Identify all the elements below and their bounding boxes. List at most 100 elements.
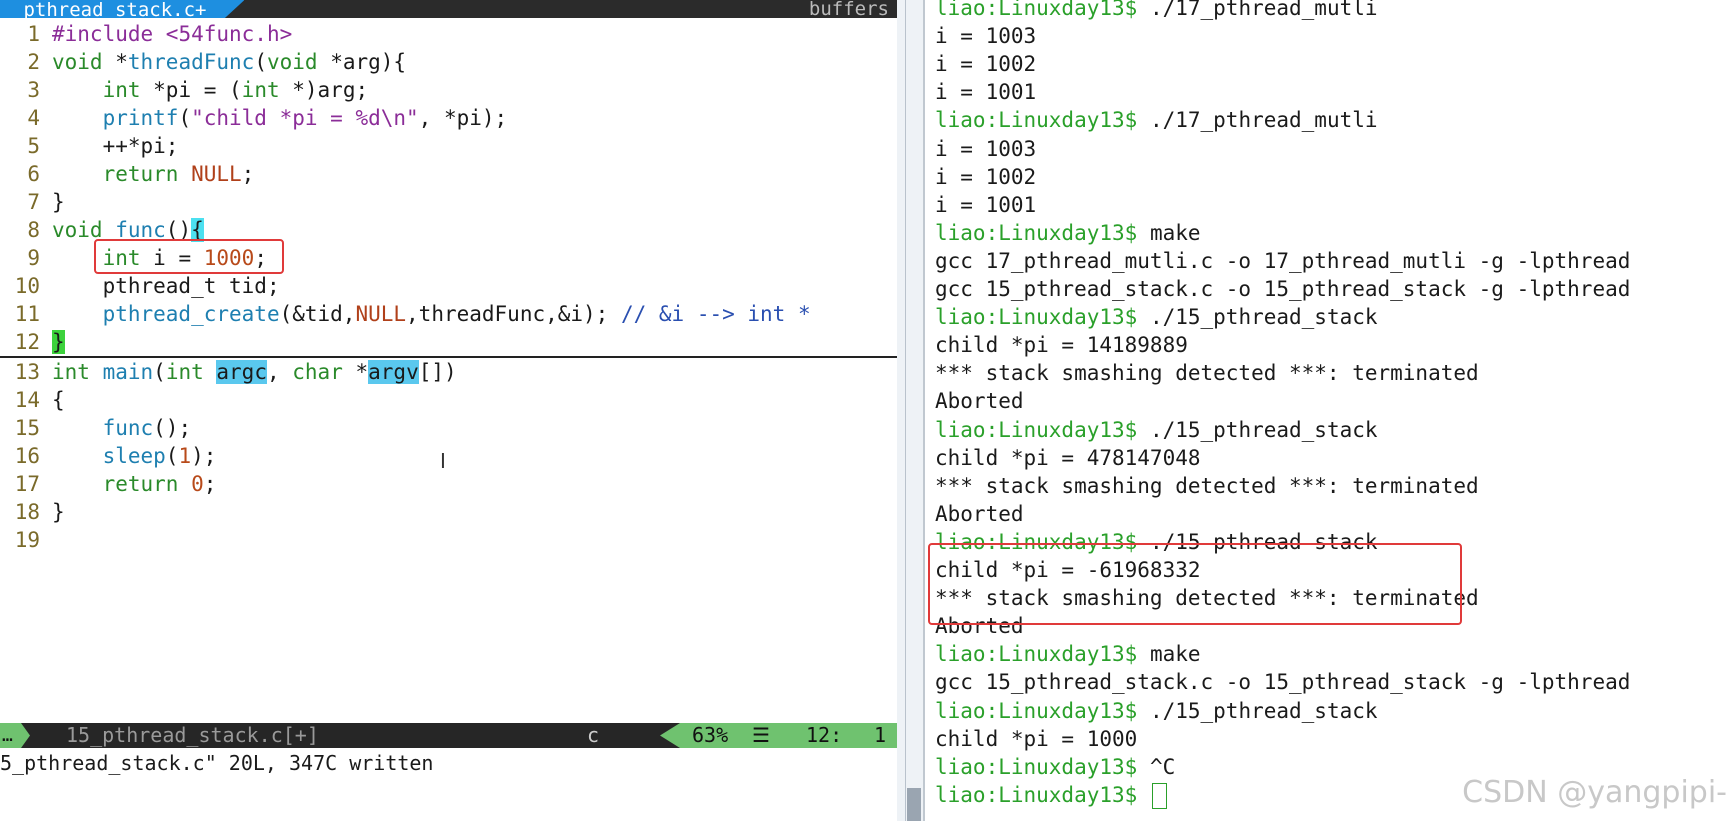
shell-command: ./15_pthread_stack xyxy=(1137,417,1378,442)
code-token: ; xyxy=(241,162,255,186)
line-number: 10 xyxy=(14,274,40,298)
terminal-output-line: i = 1001 xyxy=(935,191,1036,219)
code-token: *arg){ xyxy=(330,50,407,74)
code-line: 2 void *threadFunc(void *arg){ xyxy=(0,48,897,76)
code-token: return xyxy=(102,162,192,186)
tab-buffers-label: buffers xyxy=(808,0,889,18)
code-token: ,threadFunc,&i); xyxy=(406,302,621,326)
code-line: 4 printf("child *pi = %d\n", *pi); xyxy=(0,104,897,132)
terminal-output-text: child *pi = 1000 xyxy=(935,726,1138,751)
terminal-output-line: i = 1003 xyxy=(935,22,1036,50)
terminal-prompt-line: liao:Linuxday13$ ./15_pthread_stack xyxy=(935,303,1378,331)
line-number: 14 xyxy=(14,388,40,412)
terminal-prompt-line: liao:Linuxday13$ ^C xyxy=(935,753,1175,781)
scrollbar-thumb[interactable] xyxy=(907,788,921,821)
code-token: sleep xyxy=(102,444,166,468)
status-line-number: 12: xyxy=(806,723,843,747)
terminal-output-text: child *pi = 478147048 xyxy=(935,445,1201,470)
code-token: ( xyxy=(178,106,192,130)
code-token: ( xyxy=(153,360,166,384)
code-line: 3 int *pi = (int *)arg; xyxy=(0,76,897,104)
cursor-brace-highlight: } xyxy=(52,330,65,354)
code-line: 10 pthread_t tid; xyxy=(0,272,897,300)
shell-command: make xyxy=(1137,642,1201,667)
status-position: 63% ☰ 12: 1 xyxy=(660,723,897,748)
code-token: return xyxy=(102,472,192,496)
terminal-output-line: i = 1002 xyxy=(935,50,1036,78)
line-number: 12 xyxy=(14,330,40,354)
code-token: } xyxy=(52,190,65,214)
terminal-output-text: i = 1001 xyxy=(935,192,1037,217)
code-token: printf xyxy=(102,106,179,130)
terminal-output-text: gcc 17_pthread_mutli.c -o 17_pthread_mut… xyxy=(935,248,1631,273)
terminal-prompt-line: liao:Linuxday13$ ./15_pthread_stack xyxy=(935,416,1378,444)
code-token: pthread_t tid; xyxy=(102,274,280,298)
shell-prompt: liao:Linuxday13$ xyxy=(935,0,1138,20)
shell-prompt: liao:Linuxday13$ xyxy=(935,305,1138,330)
code-line: 12} xyxy=(0,328,897,356)
code-token: int xyxy=(52,360,103,384)
code-token: 1 xyxy=(178,444,192,468)
tab-active-file[interactable]: _pthread_stack.c+ xyxy=(0,0,245,18)
terminal-output-line: gcc 15_pthread_stack.c -o 15_pthread_sta… xyxy=(935,668,1630,696)
code-line: 5 ++*pi; xyxy=(0,132,897,160)
code-token: } xyxy=(52,500,65,524)
code-token: ; xyxy=(203,472,217,496)
code-token: int xyxy=(102,78,154,102)
code-line: 7} xyxy=(0,188,897,216)
code-token: , xyxy=(266,360,293,384)
scrollbar-track xyxy=(905,0,906,821)
code-comment: // &i --> int * xyxy=(620,302,811,326)
terminal-output-line: Aborted xyxy=(935,500,1024,528)
terminal-prompt-line: liao:Linuxday13$ xyxy=(935,781,1167,809)
shell-command xyxy=(1137,783,1150,807)
code-token: []) xyxy=(418,360,457,384)
line-number: 11 xyxy=(14,302,40,326)
line-number: 3 xyxy=(27,78,40,102)
shell-prompt: liao:Linuxday13$ xyxy=(935,698,1138,723)
terminal-output-line: child *pi = 478147048 xyxy=(935,444,1201,472)
code-line: 19 xyxy=(0,526,897,554)
shell-command: ^C xyxy=(1137,754,1176,779)
line-number: 16 xyxy=(14,444,40,468)
code-line: 16 sleep(1); xyxy=(0,442,897,470)
code-token: ( xyxy=(254,50,267,74)
vim-cmdline[interactable]: 5_pthread_stack.c" 20L, 347C written xyxy=(0,749,897,777)
line-number: 1 xyxy=(27,22,40,46)
code-line: 17 return 0; xyxy=(0,470,897,498)
code-token: char xyxy=(292,360,356,384)
code-token: * xyxy=(355,360,369,384)
pane-divider-scrollbar[interactable] xyxy=(897,0,925,821)
code-token: ++*pi; xyxy=(102,134,179,158)
terminal-output-text: gcc 15_pthread_stack.c -o 15_pthread_sta… xyxy=(935,277,1631,301)
terminal-output-text: i = 1001 xyxy=(935,80,1037,105)
code-token: * xyxy=(115,50,128,74)
terminal-output-line: *** stack smashing detected ***: termina… xyxy=(935,472,1479,500)
watermark-text: CSDN @yangpipi- xyxy=(1462,775,1727,810)
shell-command: make xyxy=(1137,220,1201,245)
code-token: pthread_create xyxy=(102,302,280,326)
code-token: NULL xyxy=(355,302,407,326)
code-token: , *pi); xyxy=(418,106,508,130)
vim-editor-pane[interactable]: _pthread_stack.c+ buffers 1 #include <54f… xyxy=(0,0,897,821)
shell-command: ./15_pthread_stack xyxy=(1137,305,1378,330)
terminal-prompt-line: liao:Linuxday13$ make xyxy=(935,640,1201,668)
code-line: 11 pthread_create(&tid,NULL,threadFunc,&… xyxy=(0,300,897,328)
shell-prompt: liao:Linuxday13$ xyxy=(935,782,1138,807)
line-number: 19 xyxy=(14,528,40,552)
terminal-output-text: Aborted xyxy=(935,389,1024,414)
terminal-prompt-line: liao:Linuxday13$ ./15_pthread_stack xyxy=(935,697,1378,725)
code-token: func xyxy=(102,416,154,440)
highlight-box-int-i xyxy=(94,239,284,274)
code-line: 18} xyxy=(0,498,897,526)
highlight-box-stack-smashing xyxy=(928,543,1462,625)
code-token: *pi = ( xyxy=(153,78,242,102)
terminal-pane[interactable]: liao:Linuxday13$ ./17_pthread_mutli i = 1… xyxy=(925,0,1733,821)
line-number: 13 xyxy=(14,360,40,384)
line-number: 18 xyxy=(14,500,40,524)
terminal-output-text: *** stack smashing detected ***: termina… xyxy=(935,361,1479,386)
code-token: void xyxy=(52,50,116,74)
terminal-output-text: gcc 15_pthread_stack.c -o 15_pthread_sta… xyxy=(935,670,1631,695)
code-area[interactable]: 1 #include <54func.h> 2 void *threadFunc(v… xyxy=(0,20,897,554)
status-percent: 63% xyxy=(692,723,729,747)
